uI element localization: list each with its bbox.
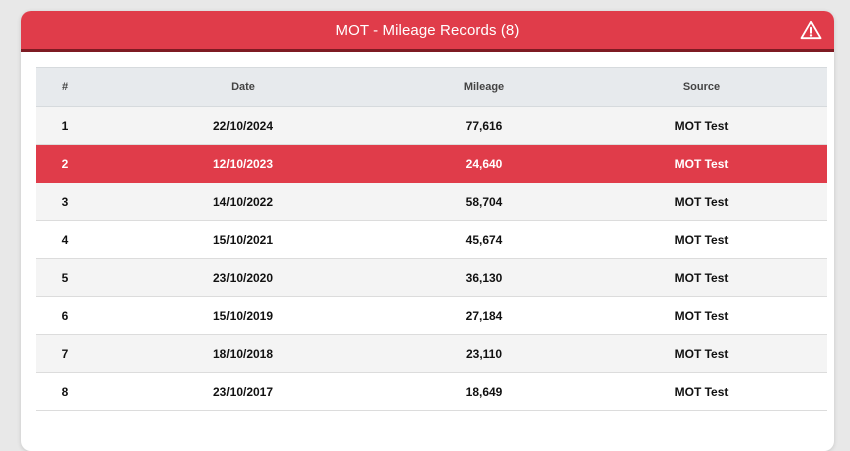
row-number: 2 <box>61 156 69 171</box>
row-mileage: 77,616 <box>465 118 503 133</box>
row-source: MOT Test <box>674 232 729 247</box>
row-number: 4 <box>61 232 69 247</box>
row-number: 5 <box>61 270 69 285</box>
row-date: 15/10/2019 <box>212 308 274 323</box>
table-row: 1 22/10/2024 77,616 MOT Test <box>36 106 827 145</box>
row-date: 18/10/2018 <box>212 346 274 361</box>
row-date: 22/10/2024 <box>212 118 274 133</box>
column-header-number: # <box>36 67 94 107</box>
row-source: MOT Test <box>674 156 729 171</box>
warning-triangle-icon[interactable] <box>800 20 822 40</box>
card-header: MOT - Mileage Records (8) <box>21 11 834 52</box>
row-mileage: 18,649 <box>465 384 503 399</box>
row-mileage: 45,674 <box>465 232 503 247</box>
row-date: 12/10/2023 <box>212 156 274 171</box>
column-header-date: Date <box>94 67 392 107</box>
row-source: MOT Test <box>674 346 729 361</box>
row-number: 3 <box>61 194 69 209</box>
mileage-table: # Date Mileage Source 1 22/10/2024 77,61… <box>36 67 827 411</box>
column-header-mileage: Mileage <box>392 67 576 107</box>
row-number: 1 <box>61 118 69 133</box>
row-number: 8 <box>61 384 69 399</box>
mileage-records-card: MOT - Mileage Records (8) # Date Mileage… <box>21 11 834 451</box>
table-row: 7 18/10/2018 23,110 MOT Test <box>36 334 827 373</box>
row-source: MOT Test <box>674 194 729 209</box>
row-source: MOT Test <box>674 270 729 285</box>
row-source: MOT Test <box>674 308 729 323</box>
row-mileage: 23,110 <box>465 346 503 361</box>
row-mileage: 27,184 <box>465 308 503 323</box>
mileage-table-wrap: # Date Mileage Source 1 22/10/2024 77,61… <box>36 67 827 411</box>
table-header-row: # Date Mileage Source <box>36 67 827 107</box>
table-row: 8 23/10/2017 18,649 MOT Test <box>36 372 827 411</box>
card-title: MOT - Mileage Records (8) <box>335 21 520 39</box>
row-source: MOT Test <box>674 118 729 133</box>
table-row: 4 15/10/2021 45,674 MOT Test <box>36 220 827 259</box>
row-mileage: 24,640 <box>465 156 503 171</box>
row-number: 6 <box>61 308 69 323</box>
column-header-source: Source <box>576 67 827 107</box>
row-mileage: 36,130 <box>465 270 503 285</box>
row-source: MOT Test <box>674 384 729 399</box>
table-row-highlighted: 2 12/10/2023 24,640 MOT Test <box>36 144 827 183</box>
table-row: 5 23/10/2020 36,130 MOT Test <box>36 258 827 297</box>
row-date: 15/10/2021 <box>212 232 274 247</box>
table-row: 6 15/10/2019 27,184 MOT Test <box>36 296 827 335</box>
row-date: 23/10/2017 <box>212 384 274 399</box>
table-row: 3 14/10/2022 58,704 MOT Test <box>36 182 827 221</box>
row-mileage: 58,704 <box>465 194 503 209</box>
row-date: 14/10/2022 <box>212 194 274 209</box>
row-date: 23/10/2020 <box>212 270 274 285</box>
row-number: 7 <box>61 346 69 361</box>
